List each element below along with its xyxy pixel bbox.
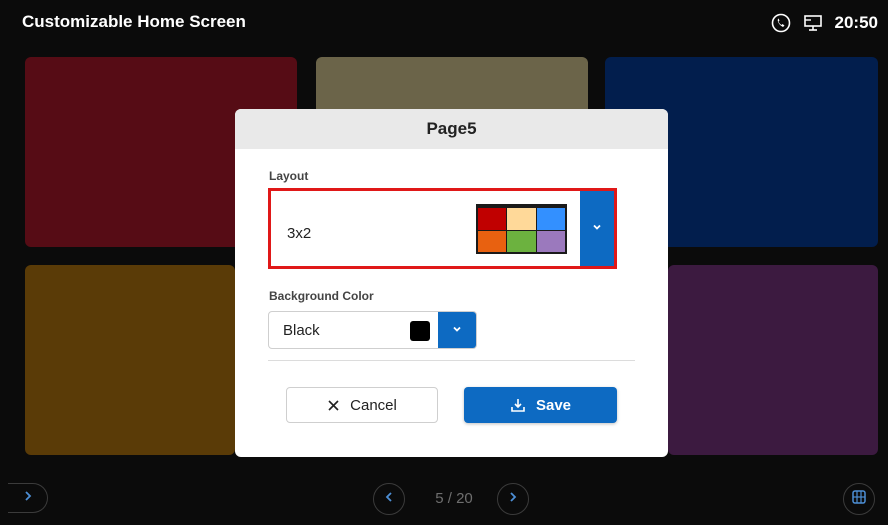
preview-cell [478, 230, 507, 252]
dialog-header: Page5 [235, 109, 668, 149]
color-swatch [410, 321, 430, 341]
page-settings-dialog: Page5 Layout 3x2 Background Color Black [235, 109, 668, 457]
divider [268, 360, 635, 361]
preview-cell [507, 208, 536, 230]
cancel-button[interactable]: Cancel [286, 387, 438, 423]
layout-label: Layout [269, 169, 309, 183]
apps-grid-button[interactable] [843, 483, 875, 515]
home-tile[interactable] [316, 57, 588, 117]
background-color-dropdown-button[interactable] [438, 312, 476, 348]
download-icon [510, 397, 526, 413]
preview-cell [507, 230, 536, 252]
chevron-left-icon [383, 490, 395, 508]
grid-icon [852, 489, 866, 509]
home-tile[interactable] [668, 265, 878, 455]
save-label: Save [535, 396, 572, 414]
home-tile[interactable] [25, 265, 235, 455]
save-button[interactable]: Save [464, 387, 617, 423]
next-page-button[interactable] [497, 483, 529, 515]
dialog-title: Page5 [426, 119, 477, 138]
chevron-right-icon [22, 489, 34, 507]
page-indicator: 5 / 20 [435, 490, 473, 507]
background-color-dropdown[interactable]: Black [268, 311, 477, 349]
monitor-icon[interactable] [803, 13, 823, 33]
sidebar-toggle-button[interactable] [8, 483, 48, 513]
chevron-down-icon [451, 322, 463, 340]
layout-value: 3x2 [287, 225, 312, 242]
top-bar: Customizable Home Screen 20:50 [0, 0, 888, 46]
phone-icon[interactable] [771, 13, 791, 33]
status-bar: 20:50 [771, 10, 878, 36]
cancel-label: Cancel [350, 396, 397, 414]
layout-preview [476, 204, 567, 254]
preview-cell [478, 208, 507, 230]
app-title: Customizable Home Screen [22, 12, 246, 31]
background-color-value: Black [283, 322, 320, 339]
layout-dropdown-button[interactable] [580, 191, 614, 266]
chevron-right-icon [507, 490, 519, 508]
chevron-down-icon [591, 220, 603, 238]
clock: 20:50 [834, 13, 878, 32]
preview-cell [536, 208, 565, 230]
close-icon [327, 399, 340, 412]
layout-dropdown[interactable]: 3x2 [268, 188, 617, 269]
previous-page-button[interactable] [373, 483, 405, 515]
preview-cell [536, 230, 565, 252]
background-color-label: Background Color [269, 289, 374, 303]
